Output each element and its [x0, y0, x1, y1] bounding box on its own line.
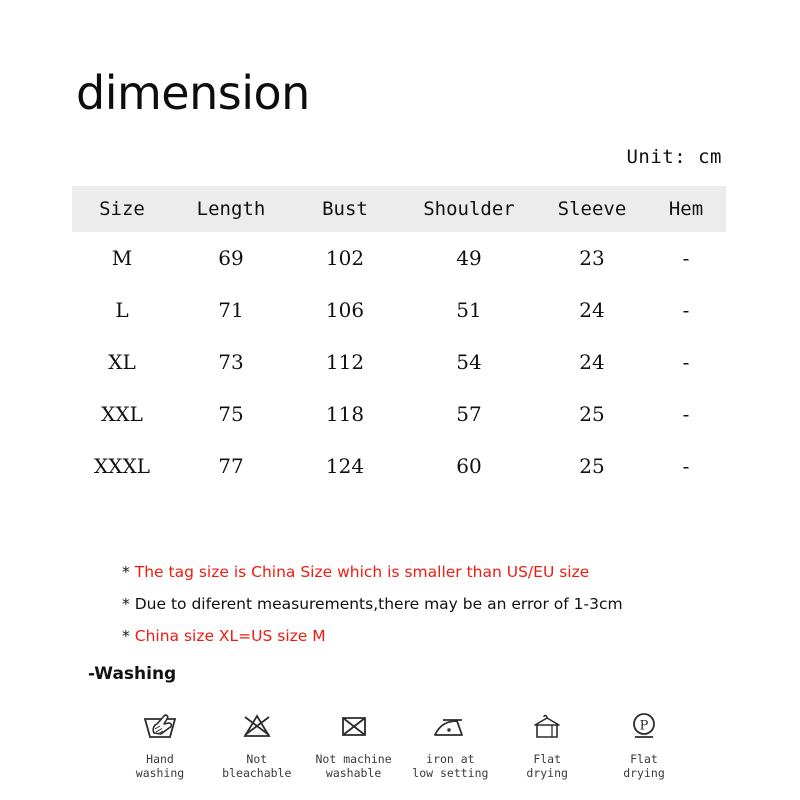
table-row: XXL 75 118 57 25 -: [72, 388, 726, 440]
table-row: XXXL 77 124 60 25 -: [72, 440, 726, 492]
notice-text: The tag size is China Size which is smal…: [134, 563, 590, 581]
notice-text: China size XL=US size M: [134, 627, 326, 645]
column-header-shoulder: Shoulder: [423, 198, 515, 220]
cell-length: 77: [172, 440, 290, 492]
cell-bust: 124: [290, 440, 400, 492]
care-item-not-bleachable: Not bleachable: [209, 706, 305, 780]
notice-list: * The tag size is China Size which is sma…: [122, 556, 742, 652]
cell-hem: -: [646, 232, 726, 284]
cell-length: 73: [172, 336, 290, 388]
cell-size: XL: [72, 336, 172, 388]
hand-wash-icon: [141, 706, 179, 746]
care-item-dry-clean: P Flat drying: [596, 706, 692, 780]
care-item-iron-low-setting: iron at low setting: [402, 706, 498, 780]
cell-size: XXXL: [72, 440, 172, 492]
table-header-row: Size Length Bust Shoulder Sleeve Hem: [72, 186, 726, 232]
notice-line: * China size XL=US size M: [122, 620, 742, 652]
cell-shoulder: 54: [400, 336, 538, 388]
care-label: Hand washing: [135, 752, 185, 780]
cell-sleeve: 24: [538, 284, 646, 336]
cell-shoulder: 60: [400, 440, 538, 492]
care-label: Not bleachable: [222, 752, 292, 780]
cell-bust: 112: [290, 336, 400, 388]
size-dimension-table: Size Length Bust Shoulder Sleeve Hem M 6…: [72, 186, 726, 492]
column-header-sleeve: Sleeve: [557, 198, 627, 220]
notice-asterisk: *: [122, 595, 130, 613]
cell-hem: -: [646, 440, 726, 492]
care-label: iron at low setting: [412, 752, 489, 780]
cell-length: 75: [172, 388, 290, 440]
unit-label: Unit: cm: [626, 146, 722, 168]
column-header-hem: Hem: [668, 198, 704, 220]
column-header-size: Size: [99, 198, 145, 220]
care-instruction-row: Hand washing Not bleachable Not machine …: [112, 706, 692, 780]
cell-shoulder: 57: [400, 388, 538, 440]
cell-sleeve: 24: [538, 336, 646, 388]
svg-text:P: P: [640, 719, 649, 734]
notice-asterisk: *: [122, 563, 130, 581]
cell-size: M: [72, 232, 172, 284]
cell-sleeve: 23: [538, 232, 646, 284]
cell-hem: -: [646, 284, 726, 336]
notice-line: * Due to diferent measurements,there may …: [122, 588, 742, 620]
cell-hem: -: [646, 336, 726, 388]
cell-length: 69: [172, 232, 290, 284]
cell-hem: -: [646, 388, 726, 440]
column-header-bust: Bust: [322, 198, 368, 220]
table-row: XL 73 112 54 24 -: [72, 336, 726, 388]
notice-text: Due to diferent measurements,there may b…: [134, 595, 623, 613]
iron-low-heat-icon: [430, 706, 470, 746]
cell-size: L: [72, 284, 172, 336]
care-item-hand-washing: Hand washing: [112, 706, 208, 780]
care-item-flat-drying-hanger: Flat drying: [499, 706, 595, 780]
hanger-dry-icon: [528, 706, 566, 746]
cell-bust: 102: [290, 232, 400, 284]
column-header-length: Length: [196, 198, 266, 220]
cell-sleeve: 25: [538, 440, 646, 492]
cell-bust: 118: [290, 388, 400, 440]
care-label: Not machine washable: [315, 752, 392, 780]
page-title: dimension: [76, 66, 310, 120]
no-machine-wash-icon: [338, 706, 370, 746]
dry-clean-p-icon: P: [627, 706, 661, 746]
cell-size: XXL: [72, 388, 172, 440]
no-bleach-icon: [240, 706, 274, 746]
cell-length: 71: [172, 284, 290, 336]
notice-asterisk: *: [122, 627, 130, 645]
table-row: L 71 106 51 24 -: [72, 284, 726, 336]
cell-shoulder: 51: [400, 284, 538, 336]
care-label: Flat drying: [623, 752, 665, 780]
washing-section-heading: -Washing: [88, 664, 177, 684]
notice-line: * The tag size is China Size which is sma…: [122, 556, 742, 588]
cell-bust: 106: [290, 284, 400, 336]
cell-sleeve: 25: [538, 388, 646, 440]
care-item-not-machine-washable: Not machine washable: [306, 706, 402, 780]
care-label: Flat drying: [526, 752, 568, 780]
table-row: M 69 102 49 23 -: [72, 232, 726, 284]
cell-shoulder: 49: [400, 232, 538, 284]
